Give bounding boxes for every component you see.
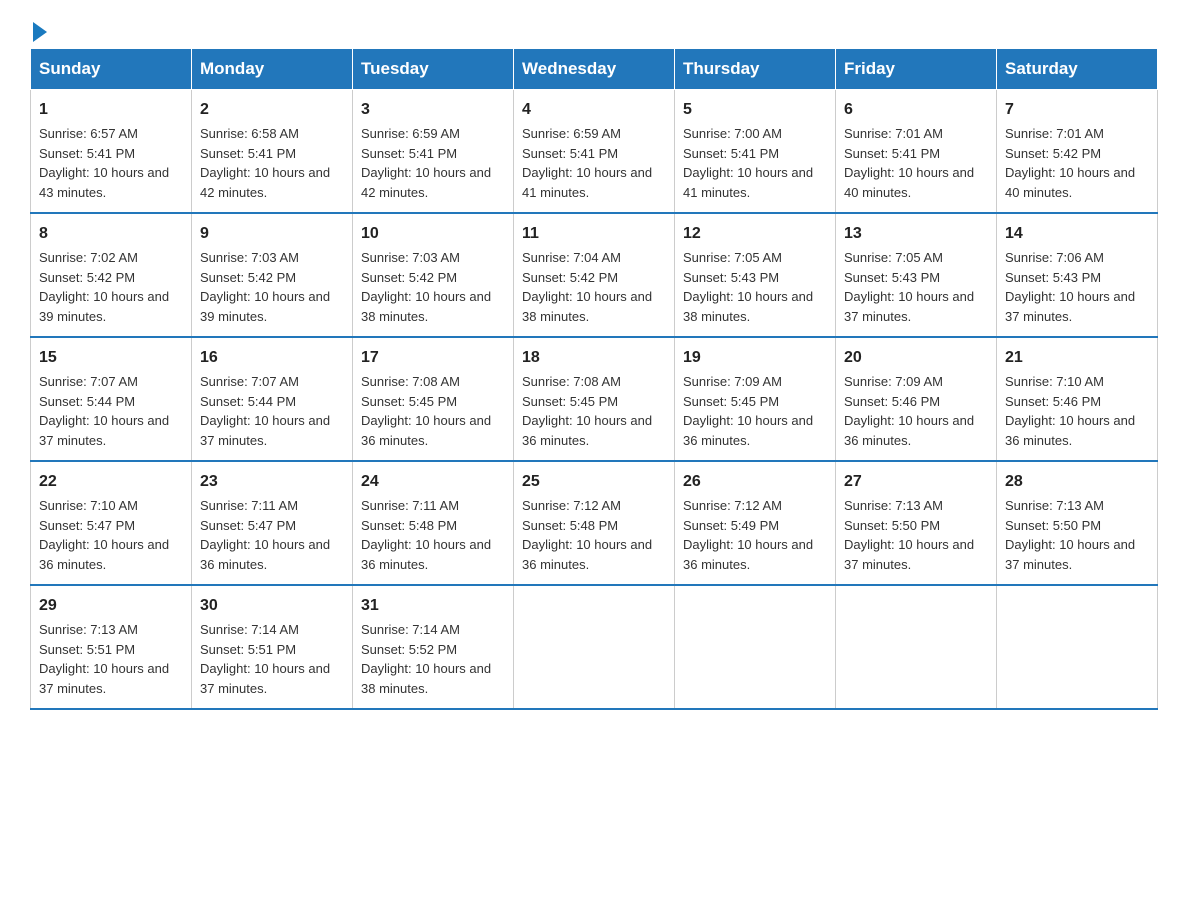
calendar-cell: 8Sunrise: 7:02 AMSunset: 5:42 PMDaylight… xyxy=(31,213,192,337)
calendar-cell: 15Sunrise: 7:07 AMSunset: 5:44 PMDayligh… xyxy=(31,337,192,461)
day-number: 2 xyxy=(200,98,344,122)
calendar-week-row: 1Sunrise: 6:57 AMSunset: 5:41 PMDaylight… xyxy=(31,90,1158,214)
logo-arrow-icon xyxy=(33,22,47,42)
calendar-cell: 4Sunrise: 6:59 AMSunset: 5:41 PMDaylight… xyxy=(514,90,675,214)
page-header xyxy=(30,20,1158,38)
day-number: 4 xyxy=(522,98,666,122)
calendar-cell: 14Sunrise: 7:06 AMSunset: 5:43 PMDayligh… xyxy=(997,213,1158,337)
day-number: 10 xyxy=(361,222,505,246)
calendar-cell: 1Sunrise: 6:57 AMSunset: 5:41 PMDaylight… xyxy=(31,90,192,214)
day-number: 18 xyxy=(522,346,666,370)
calendar-cell: 21Sunrise: 7:10 AMSunset: 5:46 PMDayligh… xyxy=(997,337,1158,461)
day-number: 16 xyxy=(200,346,344,370)
day-number: 12 xyxy=(683,222,827,246)
day-number: 3 xyxy=(361,98,505,122)
day-number: 8 xyxy=(39,222,183,246)
day-number: 6 xyxy=(844,98,988,122)
calendar-cell: 30Sunrise: 7:14 AMSunset: 5:51 PMDayligh… xyxy=(192,585,353,709)
weekday-header-tuesday: Tuesday xyxy=(353,49,514,90)
calendar-cell: 22Sunrise: 7:10 AMSunset: 5:47 PMDayligh… xyxy=(31,461,192,585)
day-number: 19 xyxy=(683,346,827,370)
day-number: 23 xyxy=(200,470,344,494)
calendar-cell: 26Sunrise: 7:12 AMSunset: 5:49 PMDayligh… xyxy=(675,461,836,585)
day-number: 9 xyxy=(200,222,344,246)
calendar-week-row: 22Sunrise: 7:10 AMSunset: 5:47 PMDayligh… xyxy=(31,461,1158,585)
weekday-header-sunday: Sunday xyxy=(31,49,192,90)
calendar-cell xyxy=(514,585,675,709)
calendar-cell: 27Sunrise: 7:13 AMSunset: 5:50 PMDayligh… xyxy=(836,461,997,585)
calendar-cell: 3Sunrise: 6:59 AMSunset: 5:41 PMDaylight… xyxy=(353,90,514,214)
calendar-cell: 2Sunrise: 6:58 AMSunset: 5:41 PMDaylight… xyxy=(192,90,353,214)
calendar-cell: 10Sunrise: 7:03 AMSunset: 5:42 PMDayligh… xyxy=(353,213,514,337)
day-number: 5 xyxy=(683,98,827,122)
calendar-cell: 23Sunrise: 7:11 AMSunset: 5:47 PMDayligh… xyxy=(192,461,353,585)
weekday-header-monday: Monday xyxy=(192,49,353,90)
logo xyxy=(30,20,47,38)
day-number: 7 xyxy=(1005,98,1149,122)
day-number: 24 xyxy=(361,470,505,494)
calendar-cell: 31Sunrise: 7:14 AMSunset: 5:52 PMDayligh… xyxy=(353,585,514,709)
calendar-cell: 25Sunrise: 7:12 AMSunset: 5:48 PMDayligh… xyxy=(514,461,675,585)
day-number: 1 xyxy=(39,98,183,122)
calendar-cell: 20Sunrise: 7:09 AMSunset: 5:46 PMDayligh… xyxy=(836,337,997,461)
calendar-week-row: 29Sunrise: 7:13 AMSunset: 5:51 PMDayligh… xyxy=(31,585,1158,709)
calendar-week-row: 8Sunrise: 7:02 AMSunset: 5:42 PMDaylight… xyxy=(31,213,1158,337)
weekday-header-row: SundayMondayTuesdayWednesdayThursdayFrid… xyxy=(31,49,1158,90)
day-number: 26 xyxy=(683,470,827,494)
calendar-cell: 24Sunrise: 7:11 AMSunset: 5:48 PMDayligh… xyxy=(353,461,514,585)
day-number: 25 xyxy=(522,470,666,494)
weekday-header-friday: Friday xyxy=(836,49,997,90)
calendar-week-row: 15Sunrise: 7:07 AMSunset: 5:44 PMDayligh… xyxy=(31,337,1158,461)
day-number: 31 xyxy=(361,594,505,618)
day-number: 30 xyxy=(200,594,344,618)
calendar-table: SundayMondayTuesdayWednesdayThursdayFrid… xyxy=(30,48,1158,710)
calendar-cell: 7Sunrise: 7:01 AMSunset: 5:42 PMDaylight… xyxy=(997,90,1158,214)
day-number: 29 xyxy=(39,594,183,618)
calendar-cell: 19Sunrise: 7:09 AMSunset: 5:45 PMDayligh… xyxy=(675,337,836,461)
calendar-cell: 9Sunrise: 7:03 AMSunset: 5:42 PMDaylight… xyxy=(192,213,353,337)
weekday-header-saturday: Saturday xyxy=(997,49,1158,90)
calendar-cell xyxy=(675,585,836,709)
calendar-cell xyxy=(997,585,1158,709)
weekday-header-thursday: Thursday xyxy=(675,49,836,90)
day-number: 21 xyxy=(1005,346,1149,370)
day-number: 15 xyxy=(39,346,183,370)
calendar-cell: 11Sunrise: 7:04 AMSunset: 5:42 PMDayligh… xyxy=(514,213,675,337)
day-number: 22 xyxy=(39,470,183,494)
weekday-header-wednesday: Wednesday xyxy=(514,49,675,90)
day-number: 17 xyxy=(361,346,505,370)
calendar-cell xyxy=(836,585,997,709)
day-number: 27 xyxy=(844,470,988,494)
day-number: 13 xyxy=(844,222,988,246)
day-number: 20 xyxy=(844,346,988,370)
calendar-cell: 12Sunrise: 7:05 AMSunset: 5:43 PMDayligh… xyxy=(675,213,836,337)
day-number: 11 xyxy=(522,222,666,246)
calendar-cell: 28Sunrise: 7:13 AMSunset: 5:50 PMDayligh… xyxy=(997,461,1158,585)
calendar-cell: 18Sunrise: 7:08 AMSunset: 5:45 PMDayligh… xyxy=(514,337,675,461)
calendar-cell: 17Sunrise: 7:08 AMSunset: 5:45 PMDayligh… xyxy=(353,337,514,461)
calendar-cell: 16Sunrise: 7:07 AMSunset: 5:44 PMDayligh… xyxy=(192,337,353,461)
day-number: 14 xyxy=(1005,222,1149,246)
day-number: 28 xyxy=(1005,470,1149,494)
calendar-cell: 29Sunrise: 7:13 AMSunset: 5:51 PMDayligh… xyxy=(31,585,192,709)
calendar-cell: 5Sunrise: 7:00 AMSunset: 5:41 PMDaylight… xyxy=(675,90,836,214)
calendar-cell: 6Sunrise: 7:01 AMSunset: 5:41 PMDaylight… xyxy=(836,90,997,214)
calendar-cell: 13Sunrise: 7:05 AMSunset: 5:43 PMDayligh… xyxy=(836,213,997,337)
